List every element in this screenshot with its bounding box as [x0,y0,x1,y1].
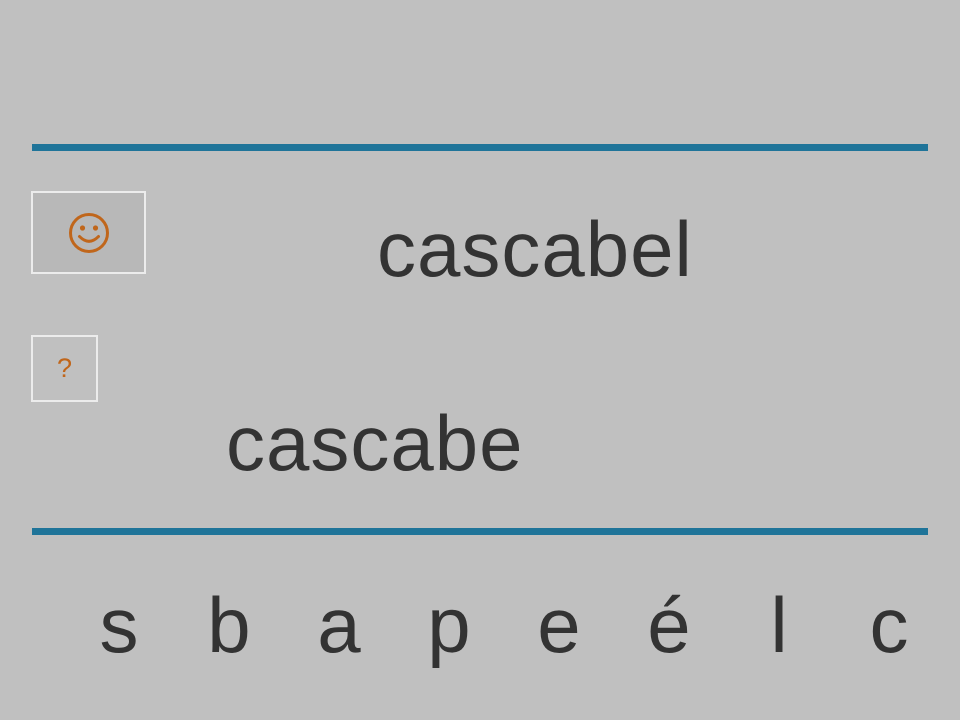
letter-choice[interactable]: l [724,580,834,670]
letter-choice[interactable]: s [64,580,174,670]
smiley-face-icon [68,212,109,253]
letter-choice[interactable]: p [394,580,504,670]
letter-choice[interactable]: e [504,580,614,670]
bottom-divider [32,528,928,535]
letter-choice[interactable]: c [834,580,944,670]
letter-choice[interactable]: a [284,580,394,670]
hint-button[interactable]: ? [31,335,98,402]
typed-word: cascabe [226,399,524,487]
letter-choice[interactable]: b [174,580,284,670]
top-divider [32,144,928,151]
letter-choices: s b a p e é l c [64,580,944,670]
letter-choice[interactable]: é [614,580,724,670]
feedback-box [31,191,146,274]
target-word: cascabel [377,205,693,293]
